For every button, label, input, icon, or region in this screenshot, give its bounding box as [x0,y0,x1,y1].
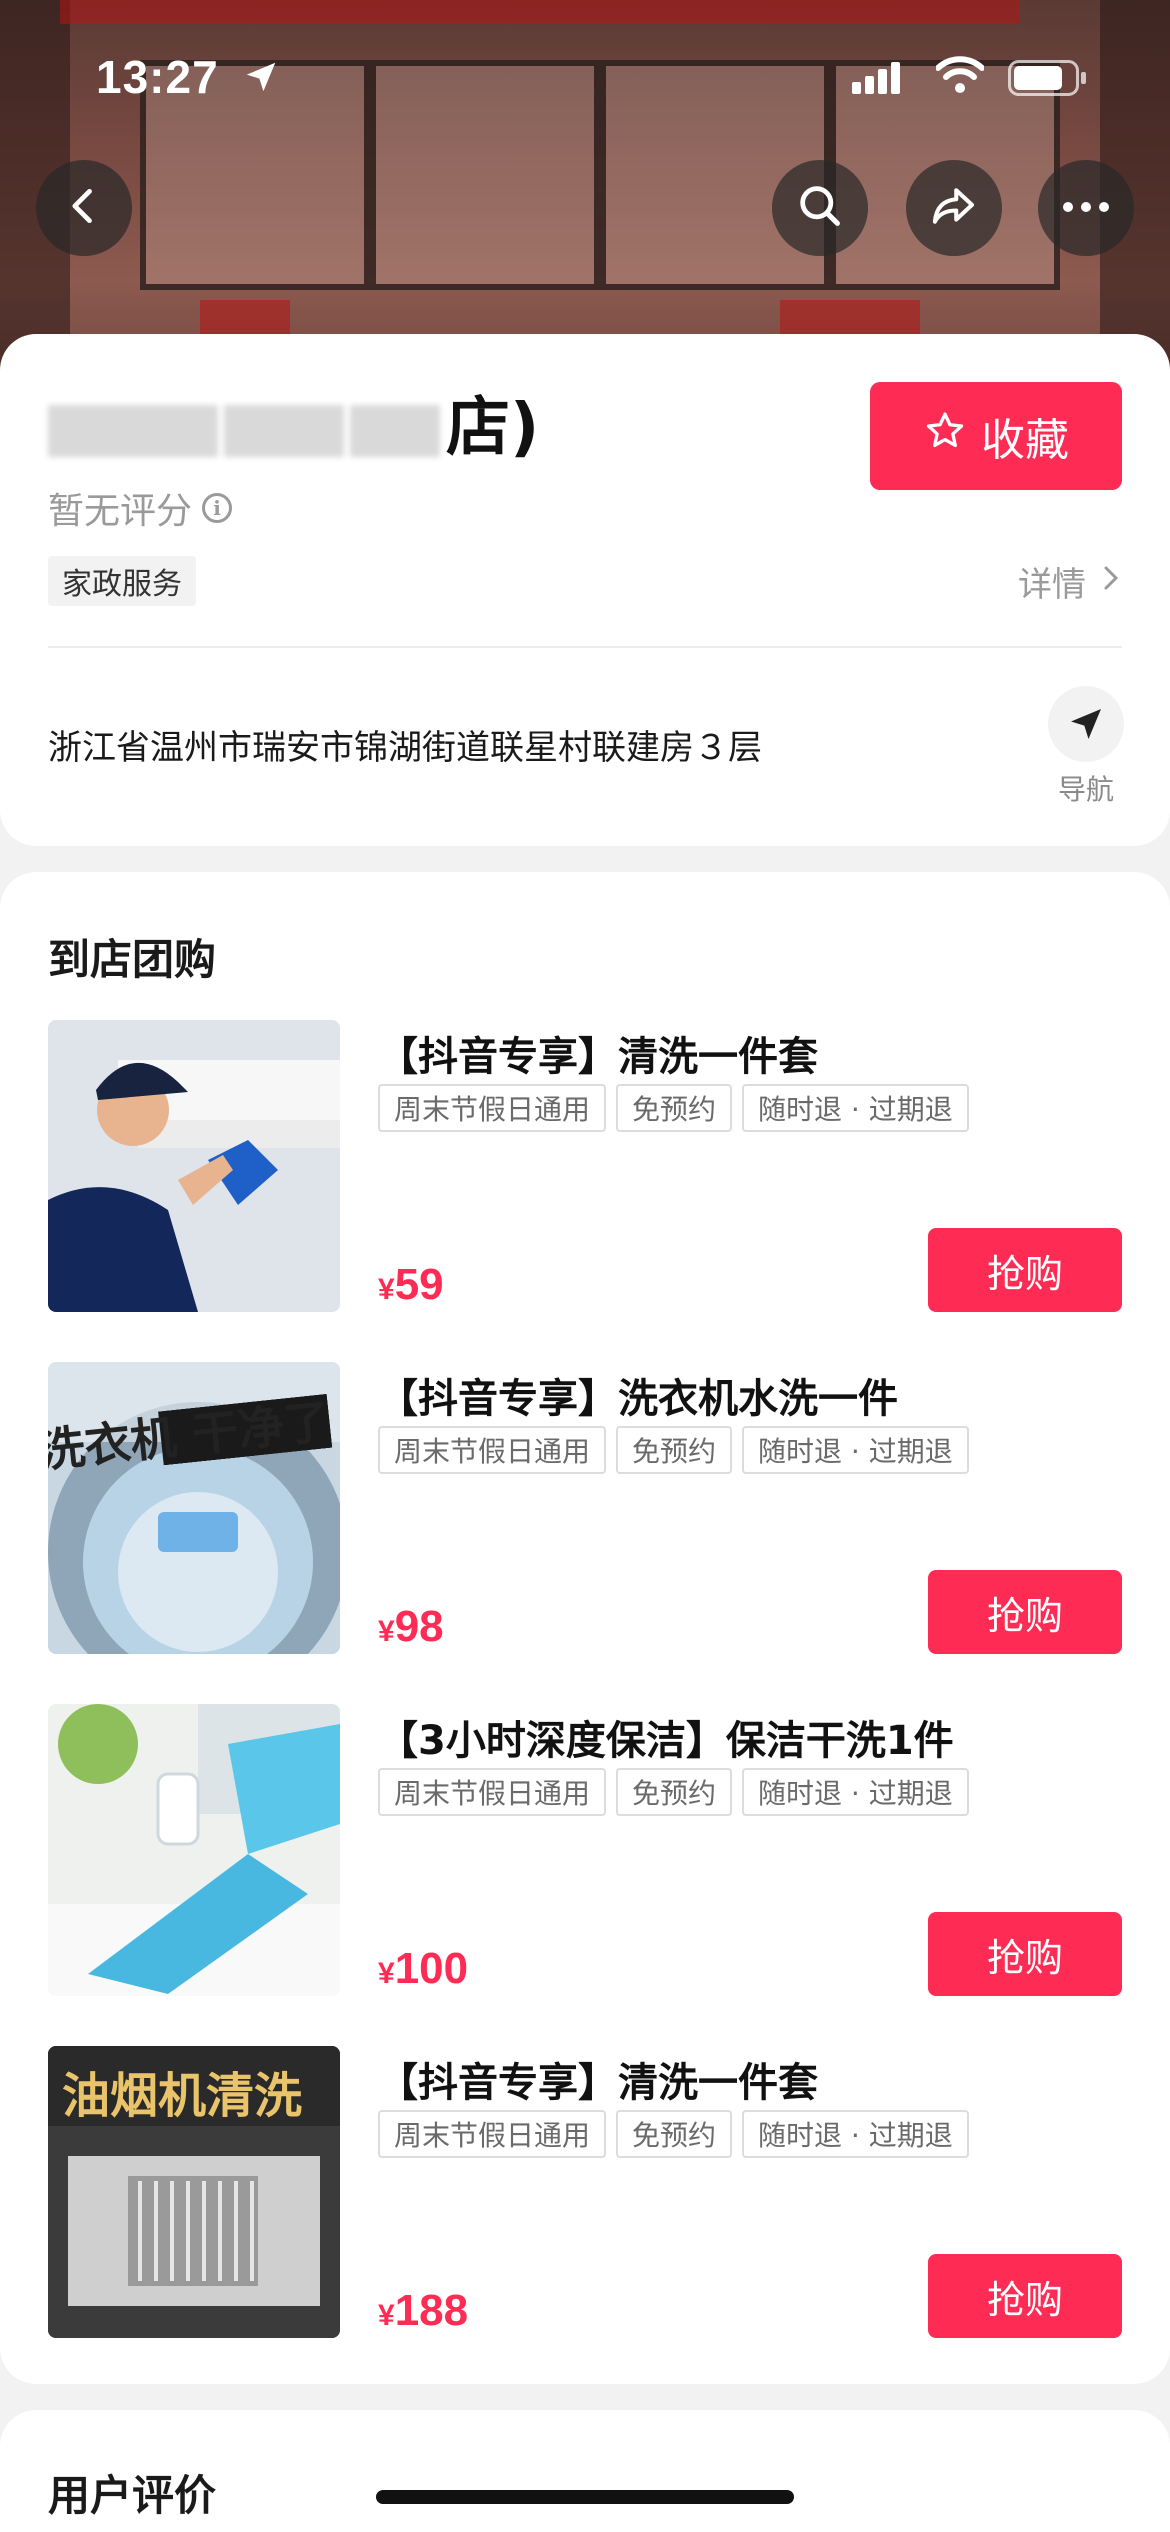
deal-tag: 周末节假日通用 [378,1084,607,1132]
price-value: 100 [394,1944,469,1993]
rating: 暂无评分 i [48,482,233,534]
deal-tag: 免预约 [616,1426,733,1474]
store-name-text: 店) [446,391,540,465]
location-arrow-icon [242,58,280,100]
buy-button[interactable]: 抢购 [928,2254,1122,2338]
deal-price: ¥100 [378,1944,468,1994]
star-icon [923,409,967,464]
deal-tag: 随时退 · 过期退 [742,1768,969,1816]
currency-symbol: ¥ [378,1615,395,1648]
redacted-text [350,405,440,458]
info-icon[interactable]: i [202,493,233,523]
back-icon [62,184,106,232]
status-time: 13:27 [96,51,219,103]
deal-item[interactable]: 油烟机清洗 【抖音专享】清洗一件套 周末节假日通用 免预约 随时退 · 过期退 … [48,2046,1122,2338]
store-info-card: 店) 收藏 暂无评分 i 家政服务 详情 浙江省温州市瑞安市锦湖街道联星村联建房… [0,334,1170,846]
deal-title: 【抖音专享】清洗一件套 [378,2060,818,2106]
deal-tags: 周末节假日通用 免预约 随时退 · 过期退 [378,2110,969,2158]
status-bar: 13:27 [0,0,1170,150]
deal-image: 油烟机清洗 [48,2046,340,2338]
detail-link[interactable]: 详情 [1018,556,1120,606]
deal-tag: 周末节假日通用 [378,1768,607,1816]
section-title: 用户评价 [48,2471,217,2520]
price-value: 59 [394,1260,444,1309]
deal-tag: 随时退 · 过期退 [742,1426,969,1474]
deal-image [48,1704,340,1996]
deal-tag: 随时退 · 过期退 [742,2110,969,2158]
detail-label: 详情 [1018,564,1086,605]
share-icon [927,179,981,237]
deal-item[interactable]: 【3小时深度保洁】保洁干洗1件 周末节假日通用 免预约 随时退 · 过期退 ¥1… [48,1704,1122,1996]
search-icon [794,180,846,236]
buy-button[interactable]: 抢购 [928,1570,1122,1654]
home-indicator[interactable] [376,2490,794,2504]
currency-symbol: ¥ [378,1957,395,1990]
back-button[interactable] [36,160,132,256]
deal-tags: 周末节假日通用 免预约 随时退 · 过期退 [378,1084,969,1132]
chevron-right-icon [1102,561,1120,601]
group-buy-section: 到店团购 【抖音专享】清洗一件套 周末节假日通用 免预约 随时退 · 过期退 ¥… [0,872,1170,2384]
store-name: 店) [48,376,868,465]
store-address[interactable]: 浙江省温州市瑞安市锦湖街道联星村联建房３层 [48,720,762,769]
favorite-button[interactable]: 收藏 [870,382,1122,490]
deal-tag: 免预约 [616,1768,733,1816]
rating-text: 暂无评分 [48,491,193,532]
deal-title: 【3小时深度保洁】保洁干洗1件 [378,1718,954,1764]
deal-title: 【抖音专享】清洗一件套 [378,1034,818,1080]
share-button[interactable] [906,160,1002,256]
deal-price: ¥188 [378,2286,468,2336]
price-value: 98 [394,1602,444,1651]
deal-image [48,1020,340,1312]
deal-tag: 周末节假日通用 [378,2110,607,2158]
deal-title: 【抖音专享】洗衣机水洗一件 [378,1376,898,1422]
redacted-text [48,405,218,458]
deal-tags: 周末节假日通用 免预约 随时退 · 过期退 [378,1768,969,1816]
deal-tag: 随时退 · 过期退 [742,1084,969,1132]
divider [48,646,1122,648]
deal-image: 洗衣机 干净了 [48,1362,340,1654]
section-title: 到店团购 [48,935,217,984]
deal-tag: 周末节假日通用 [378,1426,607,1474]
deal-tags: 周末节假日通用 免预约 随时退 · 过期退 [378,1426,969,1474]
category-tag: 家政服务 [48,556,196,606]
navigation-icon [1048,686,1124,762]
currency-symbol: ¥ [378,2299,395,2332]
battery-icon [1008,60,1088,100]
buy-button[interactable]: 抢购 [928,1912,1122,1996]
redacted-text [224,405,344,458]
more-icon [1061,199,1111,218]
favorite-label: 收藏 [981,415,1069,466]
more-button[interactable] [1038,160,1134,256]
reviews-section: 用户评价 [0,2410,1170,2532]
wifi-icon [935,56,985,98]
deal-tag: 免预约 [616,2110,733,2158]
currency-symbol: ¥ [378,1273,395,1306]
buy-button[interactable]: 抢购 [928,1228,1122,1312]
deal-tag: 免预约 [616,1084,733,1132]
deal-price: ¥59 [378,1260,444,1310]
deal-item[interactable]: 【抖音专享】清洗一件套 周末节假日通用 免预约 随时退 · 过期退 ¥59 抢购 [48,1020,1122,1312]
navigation-label: 导航 [1057,773,1114,806]
price-value: 188 [394,2286,469,2335]
deal-image-caption: 油烟机清洗 [62,2068,303,2124]
signal-icon [852,62,902,98]
deal-price: ¥98 [378,1602,444,1652]
navigation-button[interactable]: 导航 [1040,686,1132,808]
deal-item[interactable]: 洗衣机 干净了 【抖音专享】洗衣机水洗一件 周末节假日通用 免预约 随时退 · … [48,1362,1122,1654]
search-button[interactable] [772,160,868,256]
